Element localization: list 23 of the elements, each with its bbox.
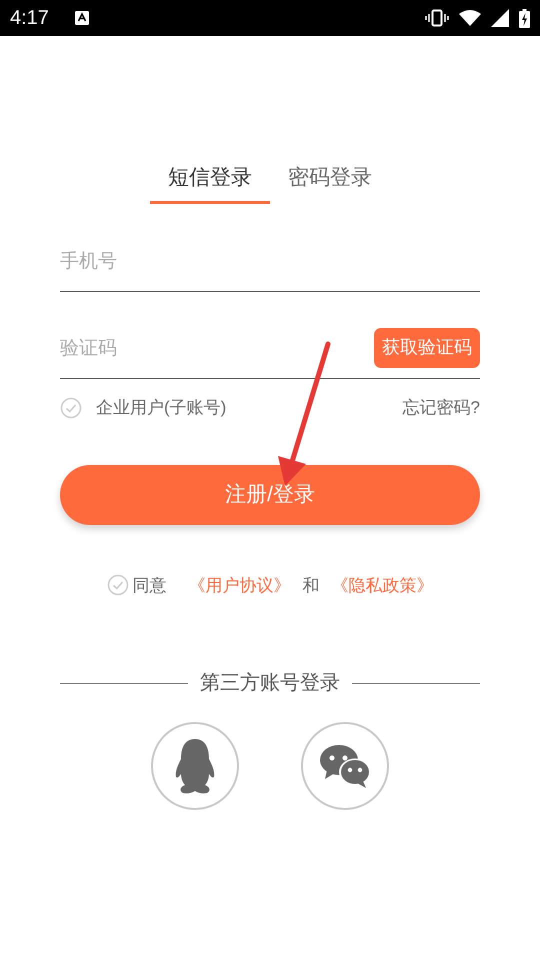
send-code-button[interactable]: 获取验证码 [374,328,480,368]
user-agreement-link[interactable]: 《用户协议》 [188,572,290,598]
third-party-login-title: 第三方账号登录 [200,671,340,696]
signal-icon [491,9,509,27]
penguin-icon [173,737,217,795]
clock: 4:17 [10,6,49,31]
vibrate-icon [425,9,449,27]
phone-field[interactable]: 手机号 [60,248,480,277]
agree-label: 同意 [132,574,166,596]
login-tab[interactable]: 短信登录 [150,154,270,204]
battery-icon [519,8,530,28]
login-button[interactable]: 注册/登录 [60,464,480,524]
login-tab[interactable]: 密码登录 [270,154,390,204]
conjunction-text: 和 [302,574,320,596]
checkbox[interactable] [106,574,128,596]
privacy-policy-link[interactable]: 《隐私政策》 [332,572,434,598]
enterprise-option-label: 企业用户(子账号) [96,397,226,419]
wifi-icon [459,10,481,26]
forgot-password-link[interactable]: 忘记密码? [402,395,480,420]
keyboard-icon [74,11,89,25]
verification-code-field[interactable]: 验证码 [60,335,310,364]
chat-bubbles-icon [319,743,371,789]
checkbox[interactable] [60,396,82,419]
